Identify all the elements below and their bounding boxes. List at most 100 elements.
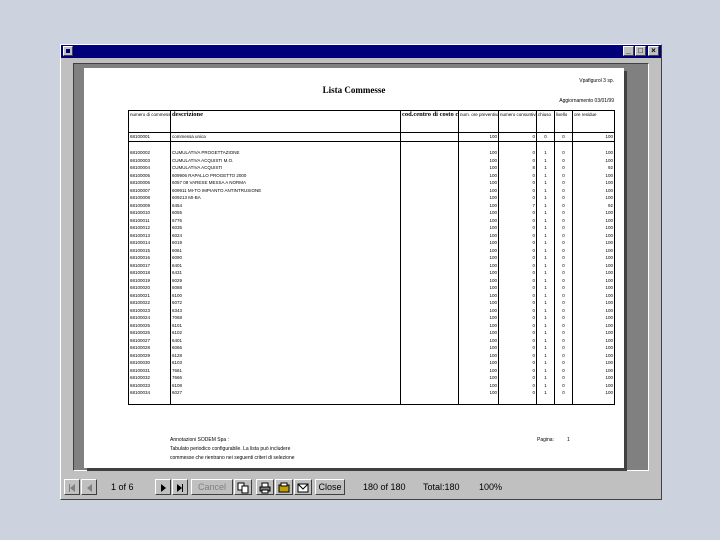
first-page-button[interactable]	[64, 479, 80, 495]
column-header: numero consuntivi	[498, 110, 537, 133]
export-icon[interactable]	[275, 479, 293, 495]
table-row: 68100002 CUMULATIVA PROGETTAZIONE 100 0 1 0 10…	[128, 149, 615, 157]
table-cell-desc: 7661	[170, 366, 401, 374]
table-cell-chiuso: 1	[536, 359, 555, 367]
table-cell-desc: 6102	[170, 329, 401, 337]
table-cell-code: 68100012	[128, 224, 171, 232]
table-cell-liv: 0	[554, 179, 573, 187]
table-cell-code: 68100030	[128, 359, 171, 367]
table-cell-cdc	[400, 321, 459, 329]
table-cell-chiuso: 1	[536, 194, 555, 202]
table-cell-desc: 6061	[170, 246, 401, 254]
table-cell-desc: 6776	[170, 216, 401, 224]
table-cell-cons: 0	[498, 299, 537, 307]
table-cell-cdc	[400, 396, 459, 405]
previous-page-button[interactable]	[81, 479, 97, 495]
table-cell-cdc	[400, 216, 459, 224]
title-bar[interactable]: _ □ ×	[61, 45, 661, 58]
report-table-body: 68100001 commessa unica 100 0 0 0 100 68100002 C…	[128, 132, 615, 405]
table-cell-liv: 0	[554, 321, 573, 329]
table-cell-ore: 100	[458, 381, 499, 389]
table-cell-cons: 0	[498, 194, 537, 202]
table-cell-cons: 8	[498, 164, 537, 172]
close-window-button[interactable]: ×	[648, 46, 659, 56]
table-cell-cons	[498, 141, 537, 149]
table-cell-chiuso: 1	[536, 186, 555, 194]
column-header: chiuso	[536, 110, 555, 133]
table-cell-cdc	[400, 141, 459, 149]
close-button[interactable]: Close	[315, 479, 345, 495]
last-page-button[interactable]	[172, 479, 188, 495]
table-cell-liv: 0	[554, 329, 573, 337]
table-cell-cons: 0	[498, 132, 537, 142]
table-row	[128, 396, 615, 405]
table-cell-res: 100	[572, 132, 615, 142]
table-cell-res: 100	[572, 269, 615, 277]
table-cell-code: 68100034	[128, 389, 171, 397]
table-cell-chiuso: 1	[536, 299, 555, 307]
table-cell-ore: 100	[458, 276, 499, 284]
table-cell-ore: 100	[458, 231, 499, 239]
next-page-button[interactable]	[155, 479, 171, 495]
table-row: 68100014 6019 100 0 1 0 100	[128, 239, 615, 247]
minimize-button[interactable]: _	[623, 46, 634, 56]
preview-viewport[interactable]: Vpafigurol 3 sp. Lista Commesse Aggiorna…	[73, 63, 649, 471]
table-cell-cons: 0	[498, 239, 537, 247]
table-cell-code: 68100014	[128, 239, 171, 247]
table-cell-liv: 0	[554, 149, 573, 157]
table-cell-code: 68100031	[128, 366, 171, 374]
table-cell-res: 100	[572, 186, 615, 194]
table-cell-cdc	[400, 231, 459, 239]
table-cell-chiuso: 1	[536, 314, 555, 322]
table-cell-ore: 100	[458, 344, 499, 352]
table-cell-code: 68100022	[128, 299, 171, 307]
table-cell-cons: 7	[498, 201, 537, 209]
table-cell-chiuso: 1	[536, 306, 555, 314]
table-cell-cons: 0	[498, 179, 537, 187]
table-cell-code: 68100010	[128, 209, 171, 217]
table-cell-ore: 100	[458, 164, 499, 172]
table-cell-ore: 100	[458, 291, 499, 299]
record-count: 180 of 180	[363, 482, 406, 492]
table-cell-code: 68100026	[128, 329, 171, 337]
table-cell-cons: 0	[498, 344, 537, 352]
system-menu-icon[interactable]	[63, 46, 73, 56]
table-cell-liv: 0	[554, 171, 573, 179]
table-cell-code: 68100005	[128, 171, 171, 179]
table-cell-cdc	[400, 389, 459, 397]
table-cell-desc: CUMULATIVA ACQUISTI M.O.	[170, 156, 401, 164]
table-cell-ore: 100	[458, 284, 499, 292]
table-cell-ore: 100	[458, 269, 499, 277]
table-cell-desc: 6066	[170, 344, 401, 352]
mail-icon[interactable]	[294, 479, 312, 495]
table-cell-liv: 0	[554, 344, 573, 352]
table-cell-liv: 0	[554, 269, 573, 277]
copy-icon[interactable]	[234, 479, 252, 495]
table-cell-desc: 6401	[170, 261, 401, 269]
table-cell-liv: 0	[554, 194, 573, 202]
table-cell-ore: 100	[458, 351, 499, 359]
table-row: 68100030 6103 100 0 1 0 100	[128, 359, 615, 367]
table-row: 68100015 6061 100 0 1 0 100	[128, 246, 615, 254]
table-cell-liv: 0	[554, 261, 573, 269]
column-header: numero di commessa	[128, 110, 171, 133]
table-cell-cons: 0	[498, 171, 537, 179]
print-icon[interactable]	[256, 479, 274, 495]
report-table: numero di commessa descrizione cod.centr…	[128, 110, 615, 405]
table-cell-code: 68100003	[128, 156, 171, 164]
table-cell-cdc	[400, 359, 459, 367]
table-row: 68100011 6776 100 0 1 0 100	[128, 216, 615, 224]
maximize-button[interactable]: □	[635, 46, 646, 56]
table-cell-chiuso: 1	[536, 149, 555, 157]
table-cell-res: 100	[572, 366, 615, 374]
table-row: 68100023 6343 100 0 1 0 100	[128, 306, 615, 314]
table-cell-res: 100	[572, 231, 615, 239]
table-cell-cdc	[400, 239, 459, 247]
table-cell-liv: 0	[554, 336, 573, 344]
cancel-button[interactable]: Cancel	[191, 479, 233, 495]
table-cell-ore: 100	[458, 374, 499, 382]
table-row: 68100016 6090 100 0 1 0 100	[128, 254, 615, 262]
table-cell-ore: 100	[458, 194, 499, 202]
table-cell-cons: 0	[498, 329, 537, 337]
table-cell-res: 100	[572, 254, 615, 262]
